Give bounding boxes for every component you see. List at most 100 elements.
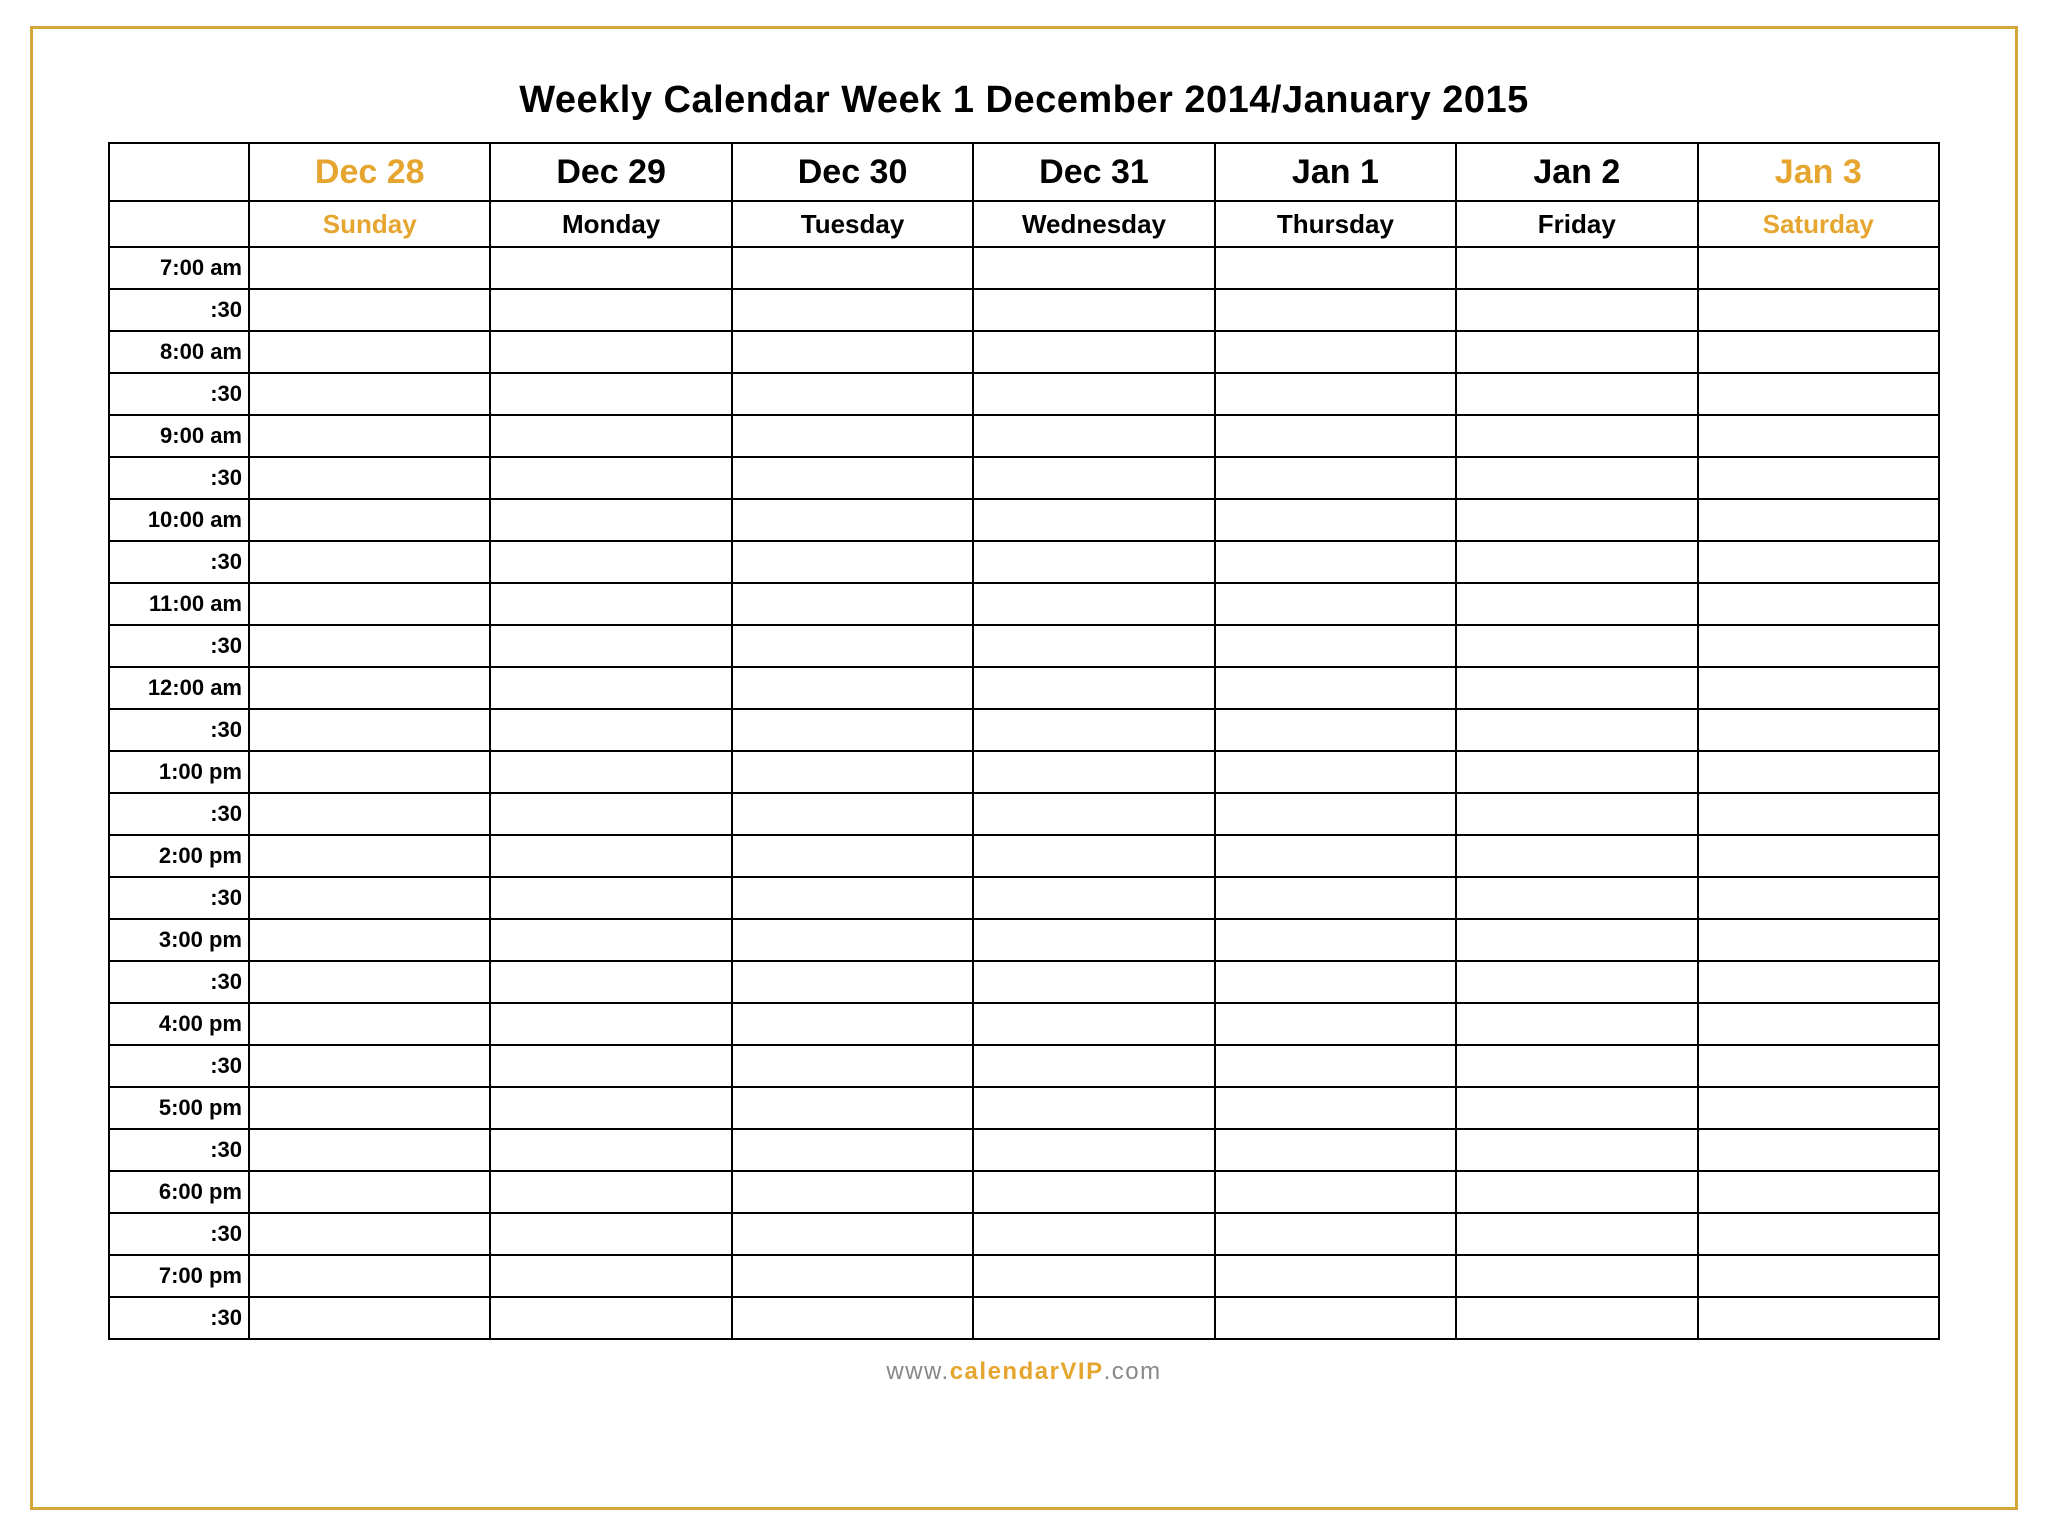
calendar-cell[interactable] [973,583,1214,625]
calendar-cell[interactable] [1698,1129,1939,1171]
calendar-cell[interactable] [1698,1045,1939,1087]
calendar-cell[interactable] [1456,457,1697,499]
calendar-cell[interactable] [732,541,973,583]
calendar-cell[interactable] [1698,1213,1939,1255]
calendar-cell[interactable] [249,331,490,373]
calendar-cell[interactable] [1215,793,1456,835]
calendar-cell[interactable] [249,457,490,499]
calendar-cell[interactable] [1215,961,1456,1003]
calendar-cell[interactable] [490,373,731,415]
calendar-cell[interactable] [490,247,731,289]
calendar-cell[interactable] [1698,751,1939,793]
calendar-cell[interactable] [1456,961,1697,1003]
calendar-cell[interactable] [249,247,490,289]
calendar-cell[interactable] [1456,1087,1697,1129]
calendar-cell[interactable] [1215,247,1456,289]
calendar-cell[interactable] [732,247,973,289]
calendar-cell[interactable] [490,1213,731,1255]
calendar-cell[interactable] [490,289,731,331]
calendar-cell[interactable] [1215,1171,1456,1213]
calendar-cell[interactable] [1215,499,1456,541]
calendar-cell[interactable] [490,961,731,1003]
calendar-cell[interactable] [249,289,490,331]
calendar-cell[interactable] [973,625,1214,667]
calendar-cell[interactable] [1215,415,1456,457]
calendar-cell[interactable] [1215,373,1456,415]
calendar-cell[interactable] [490,415,731,457]
calendar-cell[interactable] [1698,331,1939,373]
calendar-cell[interactable] [490,457,731,499]
calendar-cell[interactable] [732,289,973,331]
calendar-cell[interactable] [249,793,490,835]
calendar-cell[interactable] [1698,541,1939,583]
calendar-cell[interactable] [1456,919,1697,961]
calendar-cell[interactable] [732,1087,973,1129]
calendar-cell[interactable] [732,1129,973,1171]
calendar-cell[interactable] [1456,1129,1697,1171]
calendar-cell[interactable] [1456,583,1697,625]
calendar-cell[interactable] [490,835,731,877]
calendar-cell[interactable] [1215,457,1456,499]
calendar-cell[interactable] [732,625,973,667]
calendar-cell[interactable] [973,1087,1214,1129]
calendar-cell[interactable] [973,1045,1214,1087]
calendar-cell[interactable] [732,709,973,751]
calendar-cell[interactable] [1456,1045,1697,1087]
calendar-cell[interactable] [249,1129,490,1171]
calendar-cell[interactable] [973,415,1214,457]
calendar-cell[interactable] [249,919,490,961]
calendar-cell[interactable] [249,667,490,709]
calendar-cell[interactable] [490,583,731,625]
calendar-cell[interactable] [1215,919,1456,961]
calendar-cell[interactable] [490,1045,731,1087]
calendar-cell[interactable] [490,331,731,373]
calendar-cell[interactable] [1698,583,1939,625]
calendar-cell[interactable] [1456,877,1697,919]
calendar-cell[interactable] [1698,709,1939,751]
calendar-cell[interactable] [1215,331,1456,373]
calendar-cell[interactable] [490,1171,731,1213]
calendar-cell[interactable] [1215,877,1456,919]
calendar-cell[interactable] [249,961,490,1003]
calendar-cell[interactable] [1456,1255,1697,1297]
calendar-cell[interactable] [1215,1129,1456,1171]
calendar-cell[interactable] [249,1213,490,1255]
calendar-cell[interactable] [973,835,1214,877]
calendar-cell[interactable] [490,919,731,961]
calendar-cell[interactable] [732,667,973,709]
calendar-cell[interactable] [973,877,1214,919]
calendar-cell[interactable] [732,835,973,877]
calendar-cell[interactable] [249,751,490,793]
calendar-cell[interactable] [249,1171,490,1213]
calendar-cell[interactable] [973,499,1214,541]
calendar-cell[interactable] [1698,499,1939,541]
calendar-cell[interactable] [1698,1297,1939,1339]
calendar-cell[interactable] [732,1255,973,1297]
calendar-cell[interactable] [1215,1045,1456,1087]
calendar-cell[interactable] [1215,583,1456,625]
calendar-cell[interactable] [490,541,731,583]
calendar-cell[interactable] [732,373,973,415]
calendar-cell[interactable] [1698,919,1939,961]
calendar-cell[interactable] [249,415,490,457]
calendar-cell[interactable] [1698,793,1939,835]
calendar-cell[interactable] [732,583,973,625]
calendar-cell[interactable] [973,373,1214,415]
calendar-cell[interactable] [490,1255,731,1297]
calendar-cell[interactable] [1456,499,1697,541]
calendar-cell[interactable] [490,667,731,709]
calendar-cell[interactable] [973,541,1214,583]
calendar-cell[interactable] [490,625,731,667]
calendar-cell[interactable] [490,877,731,919]
calendar-cell[interactable] [973,331,1214,373]
calendar-cell[interactable] [973,1129,1214,1171]
calendar-cell[interactable] [973,919,1214,961]
calendar-cell[interactable] [249,835,490,877]
calendar-cell[interactable] [1698,289,1939,331]
calendar-cell[interactable] [249,373,490,415]
calendar-cell[interactable] [973,1297,1214,1339]
calendar-cell[interactable] [1215,835,1456,877]
calendar-cell[interactable] [490,1129,731,1171]
calendar-cell[interactable] [249,1045,490,1087]
calendar-cell[interactable] [732,499,973,541]
